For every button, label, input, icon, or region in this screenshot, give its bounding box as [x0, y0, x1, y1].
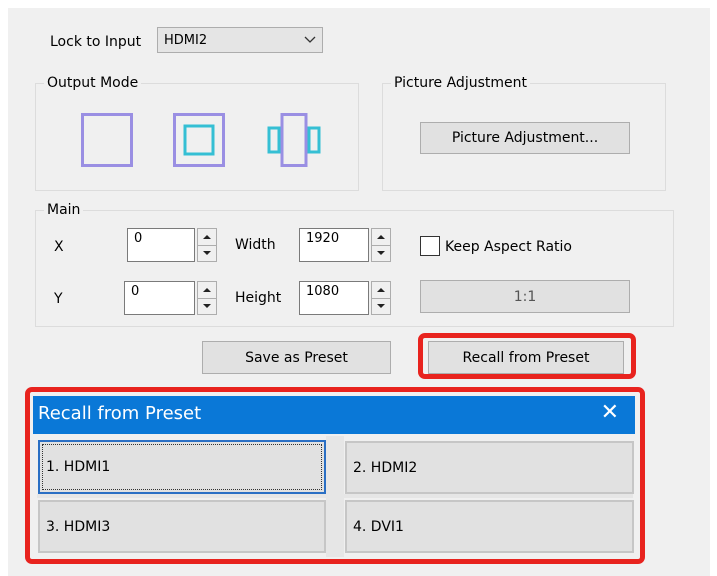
lock-to-input-label: Lock to Input — [50, 34, 142, 50]
chevron-down-icon — [298, 36, 322, 44]
height-spinbox[interactable]: 1080 — [299, 281, 391, 315]
single-window-icon[interactable] — [81, 113, 133, 167]
y-increment-button[interactable] — [197, 281, 217, 299]
y-spinbox[interactable]: 0 — [124, 281, 217, 315]
y-decrement-button[interactable] — [197, 298, 217, 315]
recall-dialog-highlight — [25, 387, 645, 564]
width-decrement-button[interactable] — [371, 245, 391, 262]
arrow-up-icon — [377, 234, 385, 239]
arrow-up-icon — [377, 287, 385, 292]
recall-button-highlight — [418, 333, 636, 379]
arrow-down-icon — [377, 251, 385, 256]
lock-to-input-select[interactable]: HDMI2 — [157, 27, 323, 53]
picture-adjustment-title: Picture Adjustment — [391, 74, 530, 92]
arrow-down-icon — [203, 251, 211, 256]
x-spinbox[interactable]: 0 — [127, 228, 217, 262]
keep-aspect-ratio-label: Keep Aspect Ratio — [445, 239, 572, 255]
x-label: X — [54, 239, 64, 255]
arrow-down-icon — [377, 304, 385, 309]
side-by-side-icon[interactable] — [266, 113, 322, 167]
x-increment-button[interactable] — [197, 228, 217, 246]
output-mode-title: Output Mode — [44, 74, 142, 92]
keep-aspect-ratio-checkbox[interactable] — [420, 236, 440, 256]
arrow-up-icon — [203, 234, 211, 239]
save-as-preset-button[interactable]: Save as Preset — [202, 341, 391, 374]
width-spinbox[interactable]: 1920 — [299, 228, 391, 262]
height-label: Height — [235, 290, 282, 306]
aspect-ratio-button[interactable]: 1:1 — [420, 280, 630, 313]
main-title: Main — [44, 201, 84, 219]
arrow-up-icon — [203, 287, 211, 292]
height-increment-button[interactable] — [371, 281, 391, 299]
arrow-down-icon — [203, 304, 211, 309]
height-decrement-button[interactable] — [371, 298, 391, 315]
y-field[interactable]: 0 — [124, 281, 195, 315]
width-field[interactable]: 1920 — [299, 228, 369, 262]
width-increment-button[interactable] — [371, 228, 391, 246]
x-decrement-button[interactable] — [197, 245, 217, 262]
picture-adjustment-button[interactable]: Picture Adjustment... — [420, 122, 630, 154]
height-field[interactable]: 1080 — [299, 281, 369, 315]
picture-in-picture-icon[interactable] — [173, 113, 225, 167]
y-label: Y — [54, 291, 63, 307]
x-field[interactable]: 0 — [127, 228, 195, 262]
lock-to-input-value: HDMI2 — [164, 32, 208, 48]
width-label: Width — [235, 237, 276, 253]
